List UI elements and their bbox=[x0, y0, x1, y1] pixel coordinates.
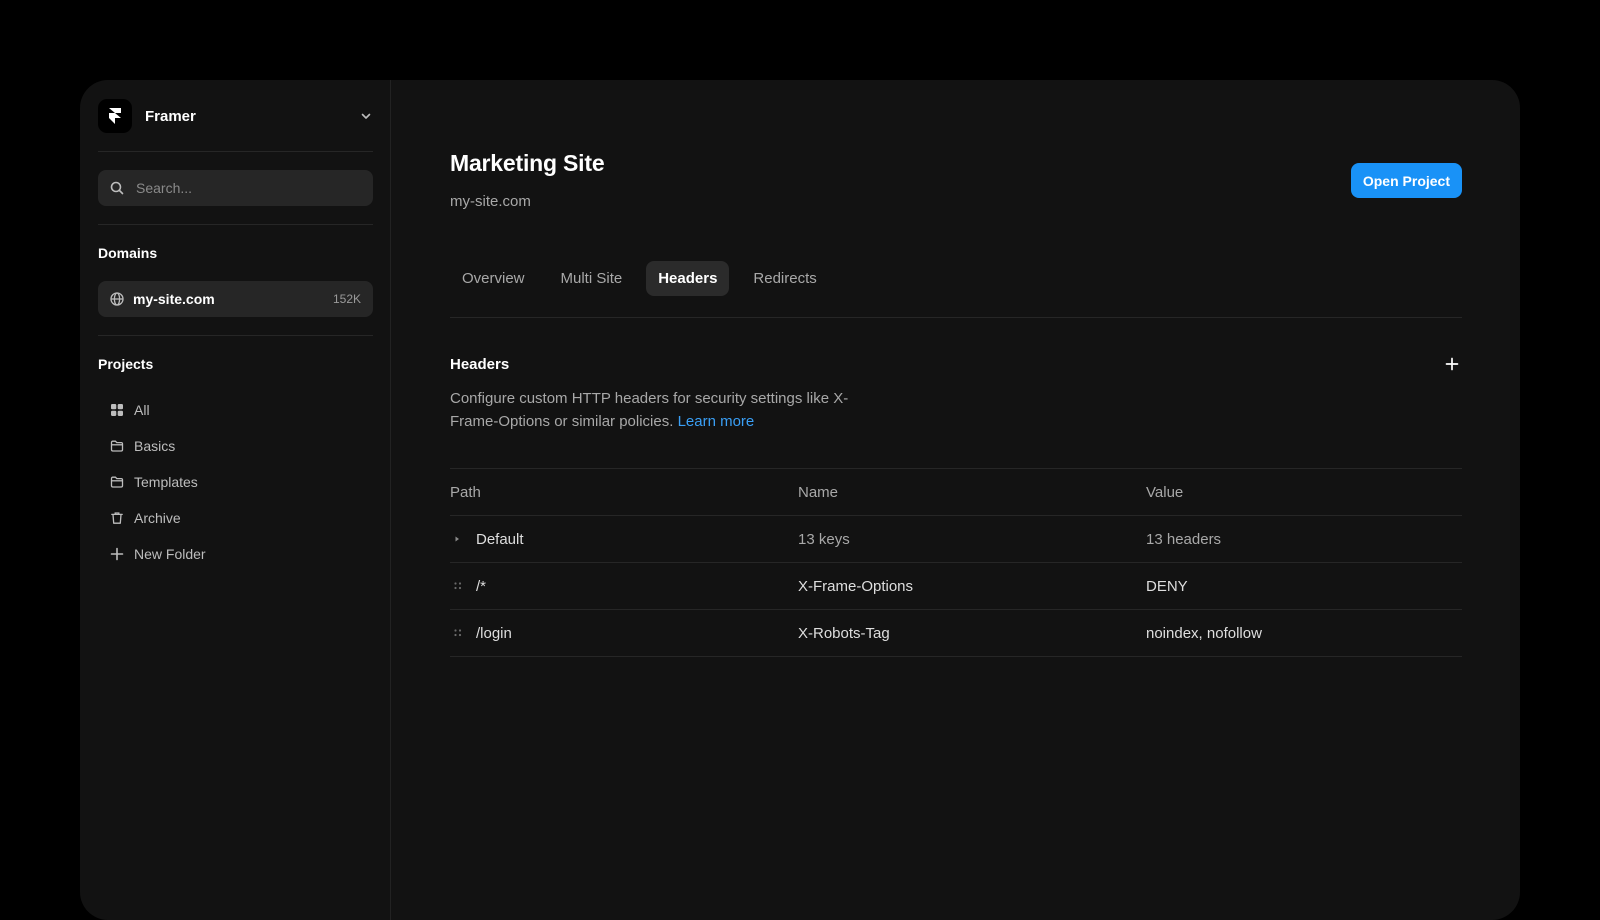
plus-icon bbox=[110, 547, 124, 561]
section-title: Headers bbox=[450, 355, 510, 373]
search-box[interactable] bbox=[98, 170, 373, 206]
app-window: Framer Domains bbox=[80, 80, 1520, 920]
description-text: Configure custom HTTP headers for securi… bbox=[450, 390, 849, 430]
workspace-name: Framer bbox=[145, 107, 196, 125]
folder-icon bbox=[110, 475, 124, 489]
tab-multi-site[interactable]: Multi Site bbox=[549, 261, 635, 296]
framer-logo-icon bbox=[98, 99, 132, 133]
open-project-button[interactable]: Open Project bbox=[1350, 163, 1462, 198]
project-list: All Basics Templates Archive New Folder bbox=[98, 392, 373, 572]
chevron-down-icon[interactable] bbox=[359, 109, 373, 123]
column-header-path: Path bbox=[450, 483, 481, 501]
expand-arrow-icon[interactable] bbox=[450, 535, 476, 543]
column-header-value: Value bbox=[1146, 483, 1184, 501]
project-item-label: Templates bbox=[134, 474, 198, 490]
domain-label: my-site.com bbox=[133, 291, 215, 307]
projects-title: Projects bbox=[98, 356, 154, 372]
domain-count-badge: 152K bbox=[332, 292, 361, 306]
cell-path: Default bbox=[450, 531, 798, 548]
learn-more-link[interactable]: Learn more bbox=[678, 413, 755, 430]
cell-value: DENY bbox=[1146, 577, 1188, 595]
cell-value: noindex, nofollow bbox=[1146, 624, 1262, 642]
table-header-row: Path Name Value bbox=[450, 469, 1462, 516]
tab-headers[interactable]: Headers bbox=[646, 260, 730, 296]
grid-icon bbox=[110, 403, 124, 417]
project-item-basics[interactable]: Basics bbox=[110, 428, 373, 464]
folder-icon bbox=[110, 439, 124, 453]
cell-name: 13 keys bbox=[798, 530, 850, 548]
headers-table: Path Name Value Default 13 keys 13 heade… bbox=[450, 468, 1462, 657]
domain-item-my-site[interactable]: my-site.com 152K bbox=[98, 281, 373, 317]
page-title: Marketing Site bbox=[450, 150, 605, 176]
cell-name: X-Robots-Tag bbox=[798, 624, 890, 642]
table-row[interactable]: /login X-Robots-Tag noindex, nofollow bbox=[450, 610, 1462, 657]
main-content: Marketing Site my-site.com Open Project … bbox=[391, 80, 1520, 920]
title-block: Marketing Site my-site.com bbox=[450, 150, 605, 210]
drag-handle-icon[interactable] bbox=[450, 628, 476, 638]
tab-overview[interactable]: Overview bbox=[450, 261, 537, 296]
project-item-label: New Folder bbox=[134, 546, 206, 562]
project-item-label: Basics bbox=[134, 438, 176, 454]
project-item-label: Archive bbox=[134, 510, 181, 526]
tab-bar: Overview Multi Site Headers Redirects bbox=[450, 260, 1462, 296]
tab-redirects[interactable]: Redirects bbox=[741, 261, 828, 296]
page-subtitle: my-site.com bbox=[450, 193, 531, 210]
sidebar-divider bbox=[98, 151, 373, 152]
path-text: /* bbox=[476, 577, 487, 595]
section-description: Configure custom HTTP headers for securi… bbox=[450, 387, 870, 433]
path-text: /login bbox=[476, 624, 512, 642]
workspace-switcher[interactable]: Framer bbox=[98, 98, 373, 134]
globe-icon bbox=[110, 292, 124, 306]
sidebar-divider bbox=[98, 335, 373, 336]
project-item-label: All bbox=[134, 402, 150, 418]
sidebar: Framer Domains bbox=[80, 80, 391, 920]
domains-title: Domains bbox=[98, 245, 158, 261]
project-item-archive[interactable]: Archive bbox=[110, 500, 373, 536]
new-folder-button[interactable]: New Folder bbox=[110, 536, 373, 572]
page-header: Marketing Site my-site.com Open Project bbox=[450, 150, 1462, 210]
project-item-templates[interactable]: Templates bbox=[110, 464, 373, 500]
table-row[interactable]: /* X-Frame-Options DENY bbox=[450, 563, 1462, 610]
plus-icon bbox=[1445, 357, 1459, 371]
tabs-divider bbox=[450, 317, 1462, 318]
table-row[interactable]: Default 13 keys 13 headers bbox=[450, 516, 1462, 563]
cell-path: /login bbox=[450, 625, 798, 642]
column-header-name: Name bbox=[798, 483, 839, 501]
drag-handle-icon[interactable] bbox=[450, 581, 476, 591]
cell-name: X-Frame-Options bbox=[798, 577, 914, 595]
path-text: Default bbox=[476, 530, 524, 548]
add-header-button[interactable] bbox=[1442, 354, 1462, 374]
project-item-all[interactable]: All bbox=[110, 392, 373, 428]
search-icon bbox=[110, 181, 124, 195]
search-input[interactable] bbox=[134, 179, 361, 197]
trash-icon bbox=[110, 511, 124, 525]
headers-section-header: Headers bbox=[450, 354, 1462, 374]
cell-value: 13 headers bbox=[1146, 530, 1222, 548]
sidebar-divider bbox=[98, 224, 373, 225]
cell-path: /* bbox=[450, 578, 798, 595]
